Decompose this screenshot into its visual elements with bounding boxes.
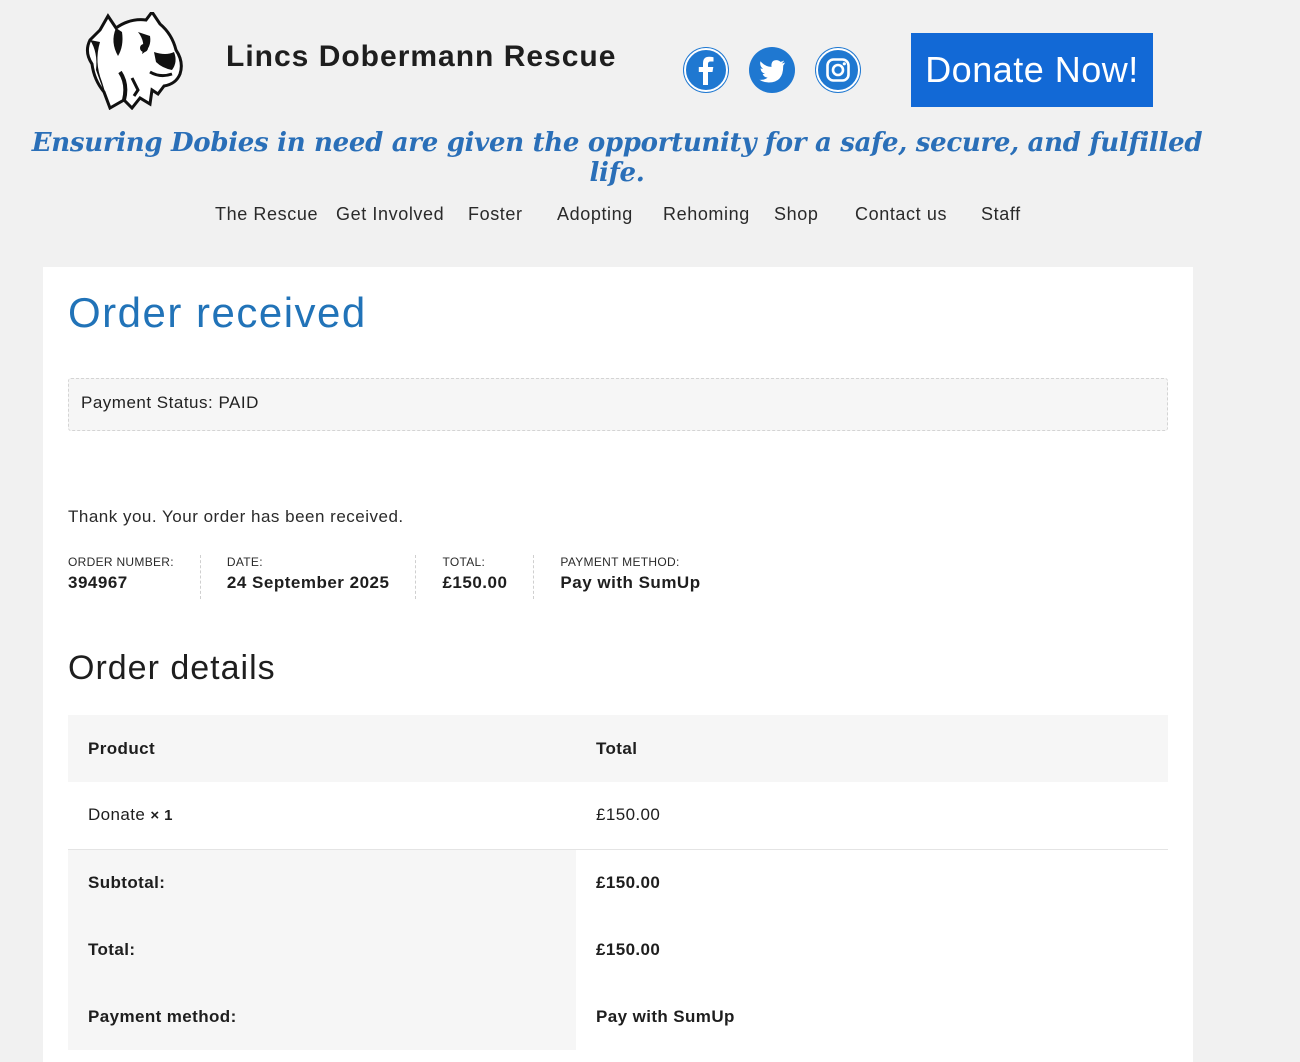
order-overview: ORDER NUMBER: 394967 DATE: 24 September …	[68, 555, 753, 599]
nav-item-shop[interactable]: Shop	[774, 204, 818, 225]
order-total: TOTAL: £150.00	[442, 555, 535, 599]
dobermann-logo-icon[interactable]	[80, 9, 186, 111]
total-column-header: Total	[576, 715, 1168, 782]
product-cell: Donate × 1	[68, 782, 576, 850]
order-number-label: ORDER NUMBER:	[68, 555, 174, 569]
table-row: Donate × 1 £150.00	[68, 782, 1168, 850]
subtotal-value: £150.00	[596, 872, 661, 892]
nav-item-rehoming[interactable]: Rehoming	[663, 204, 750, 225]
content-card: Order received Payment Status: PAID Than…	[43, 267, 1193, 1062]
order-payment-method-value: Pay with SumUp	[560, 573, 701, 592]
order-number-value: 394967	[68, 573, 128, 592]
total-value: £150.00	[596, 939, 661, 959]
tagline: Ensuring Dobies in need are given the op…	[31, 128, 1203, 188]
product-quantity: × 1	[150, 807, 173, 825]
nav-item-foster[interactable]: Foster	[468, 204, 523, 225]
payment-method-value: Pay with SumUp	[596, 1006, 735, 1026]
page: Lincs Dobermann Rescue Donate Now! Ensur…	[0, 0, 1300, 1062]
total-label: Total:	[68, 916, 576, 983]
total-row: Total: £150.00	[68, 916, 1168, 983]
instagram-icon[interactable]	[815, 47, 861, 93]
nav-item-the-rescue[interactable]: The Rescue	[215, 204, 318, 225]
order-total-value: £150.00	[442, 573, 508, 592]
site-title[interactable]: Lincs Dobermann Rescue	[226, 40, 616, 74]
product-column-header: Product	[68, 715, 576, 782]
subtotal-label: Subtotal:	[68, 849, 576, 916]
order-details-title: Order details	[68, 649, 276, 687]
nav-item-staff[interactable]: Staff	[981, 204, 1021, 225]
order-details-table: Product Total Donate × 1 £150.00 Subtota…	[68, 715, 1168, 1050]
table-header-row: Product Total	[68, 715, 1168, 782]
order-total-label: TOTAL:	[442, 555, 486, 569]
order-number: ORDER NUMBER: 394967	[68, 555, 201, 599]
main-nav: The Rescue Get Involved Foster Adopting …	[0, 204, 1300, 228]
facebook-icon[interactable]	[683, 47, 729, 93]
nav-item-get-involved[interactable]: Get Involved	[336, 204, 444, 225]
product-total-cell: £150.00	[576, 782, 1168, 850]
order-date-value: 24 September 2025	[226, 573, 390, 592]
twitter-icon[interactable]	[749, 47, 795, 93]
payment-method-row: Payment method: Pay with SumUp	[68, 983, 1168, 1050]
order-payment-method: PAYMENT METHOD: Pay with SumUp	[560, 555, 726, 599]
payment-status-notice: Payment Status: PAID	[68, 378, 1168, 431]
page-title: Order received	[68, 289, 367, 336]
donate-now-button[interactable]: Donate Now!	[911, 33, 1153, 107]
order-date: DATE: 24 September 2025	[227, 555, 417, 599]
order-thank-you-message: Thank you. Your order has been received.	[68, 507, 404, 526]
order-payment-method-label: PAYMENT METHOD:	[560, 555, 680, 569]
order-date-label: DATE:	[226, 555, 263, 569]
product-name[interactable]: Donate	[88, 805, 145, 824]
subtotal-row: Subtotal: £150.00	[68, 849, 1168, 916]
payment-method-label: Payment method:	[68, 983, 576, 1050]
nav-item-adopting[interactable]: Adopting	[557, 204, 633, 225]
nav-item-contact-us[interactable]: Contact us	[855, 204, 947, 225]
